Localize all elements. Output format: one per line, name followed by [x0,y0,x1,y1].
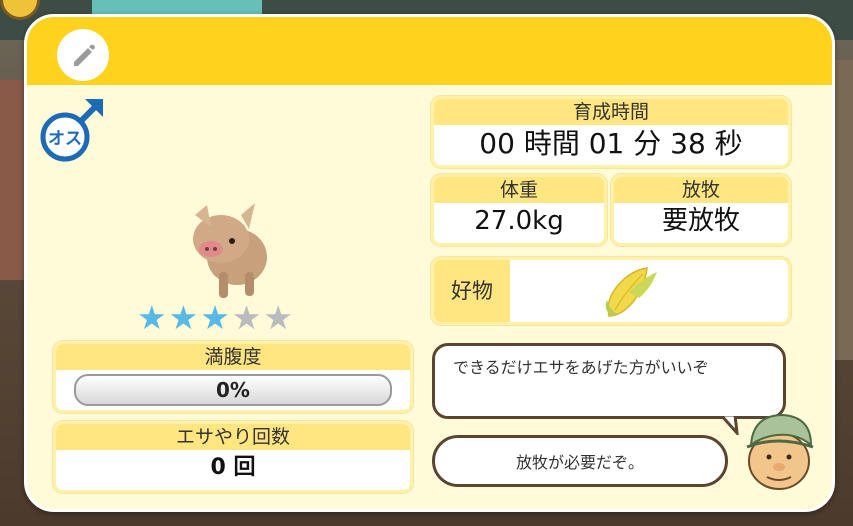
advice-bubble-1: できるだけエサをあげた方がいいぞ [432,343,786,419]
star-empty-icon: ★ [231,298,262,337]
growth-time-box: 育成時間 00 時間 01 分 38 秒 [431,96,791,168]
feed-count-value: 0 回 [210,455,256,480]
grazing-box: 放牧 要放牧 [611,174,791,246]
weight-label: 体重 [434,177,604,203]
growth-time-label: 育成時間 [434,99,788,125]
pencil-icon [74,44,95,66]
weight-value: 27.0kg [474,206,564,236]
male-symbol-icon: オス [40,99,103,162]
panel-header [27,17,832,85]
fullness-box: 満腹度 0% [53,341,413,413]
favorite-food-box: 好物 [431,257,791,325]
pig-status-panel: オス ★ ★ ★ ★ ★ 満腹度 0% エサやり回数 0 回 育成時間 00 時間 01… [24,14,835,512]
star-filled-icon: ★ [200,298,230,337]
pig-icon [193,203,267,298]
advice-message-2: 放牧が必要だぞ。 [515,453,644,472]
corn-icon [605,267,657,317]
grazing-label: 放牧 [614,177,788,203]
weight-box: 体重 27.0kg [431,174,607,246]
gender-label: オス [48,129,82,149]
old-farmer-icon [746,413,814,490]
advice-message-1: できるだけエサをあげた方がいいぞ [453,358,709,377]
feed-count-label: エサやり回数 [56,424,410,450]
star-empty-icon: ★ [263,298,293,337]
fullness-value: 0% [216,378,250,402]
edit-name-button[interactable] [57,29,109,81]
rarity-stars: ★ ★ ★ ★ ★ [137,300,293,336]
grazing-value: 要放牧 [661,206,740,236]
feed-count-box: エサやり回数 0 回 [53,421,413,493]
fullness-label: 満腹度 [56,344,410,370]
growth-time-value: 00 時間 01 分 38 秒 [479,127,743,160]
star-filled-icon: ★ [168,298,199,337]
advice-bubble-2: 放牧が必要だぞ。 [432,435,728,487]
fullness-gauge: 0% [74,374,392,406]
star-filled-icon: ★ [137,298,167,337]
favorite-label: 好物 [434,260,510,322]
